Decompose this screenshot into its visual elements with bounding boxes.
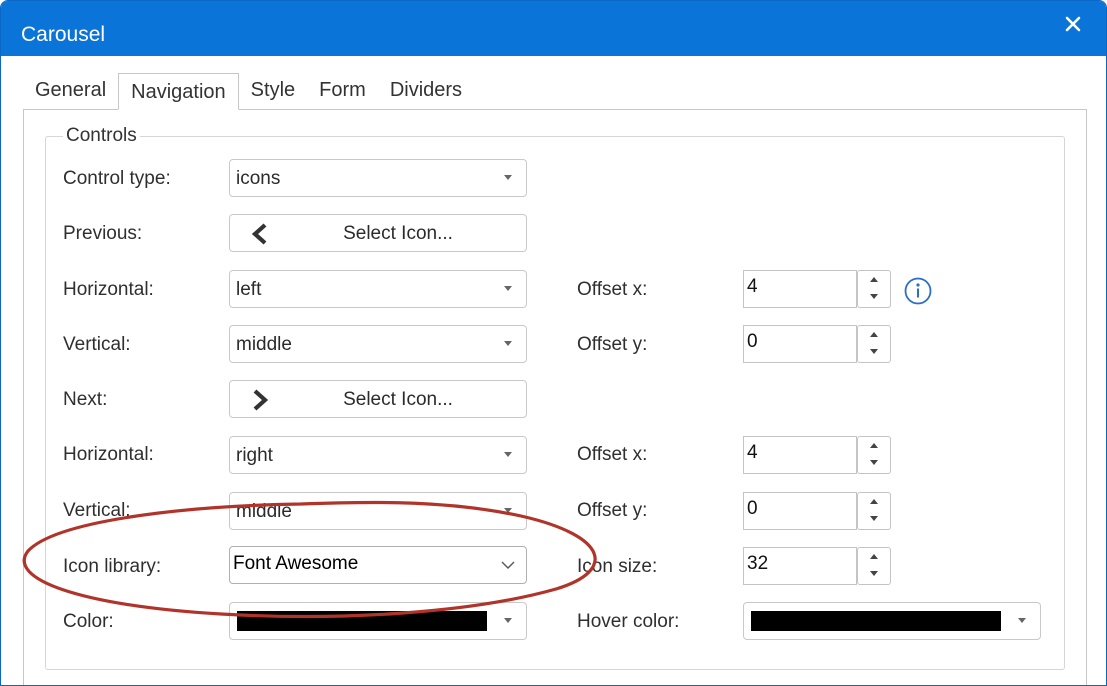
- next-horizontal-label: Horizontal:: [63, 444, 154, 465]
- icon-library-label: Icon library:: [63, 556, 162, 577]
- increment-button[interactable]: [858, 326, 890, 344]
- icon-size-label: Icon size:: [577, 556, 658, 577]
- controls-groupbox: Controls: [45, 126, 1065, 670]
- previous-select-icon-button[interactable]: Select Icon...: [229, 214, 527, 252]
- color-picker[interactable]: [229, 602, 527, 640]
- info-icon[interactable]: [903, 276, 933, 306]
- next-label: Next:: [63, 389, 108, 410]
- decrement-button[interactable]: [858, 344, 890, 362]
- dropdown-arrow-icon: [1018, 618, 1026, 623]
- next-select-icon-label: Select Icon...: [343, 389, 453, 410]
- window-title: Carousel: [21, 23, 106, 46]
- prev-vertical-value: middle: [236, 334, 292, 355]
- next-offset-y-stepper[interactable]: [857, 492, 891, 530]
- tab-general[interactable]: General: [23, 73, 118, 110]
- increment-button[interactable]: [858, 548, 890, 566]
- icon-library-value: Font Awesome: [233, 553, 359, 574]
- decrement-button[interactable]: [858, 289, 890, 307]
- next-offset-y-value: 0: [747, 498, 758, 519]
- tab-dividers[interactable]: Dividers: [378, 73, 474, 110]
- icon-size-input[interactable]: 32: [743, 547, 857, 585]
- icon-size-stepper[interactable]: [857, 547, 891, 585]
- hover-color-label: Hover color:: [577, 611, 680, 632]
- prev-offset-y-label: Offset y:: [577, 334, 648, 355]
- prev-offset-y-input[interactable]: 0: [743, 325, 857, 363]
- prev-horizontal-value: left: [236, 279, 262, 300]
- chevron-down-icon: [501, 561, 515, 569]
- dropdown-arrow-icon: [504, 341, 512, 346]
- next-offset-y-input[interactable]: 0: [743, 492, 857, 530]
- carousel-dialog: Carousel General Navigation Style Form D…: [0, 0, 1107, 686]
- next-horizontal-value: right: [236, 445, 273, 466]
- decrement-button[interactable]: [858, 511, 890, 529]
- prev-vertical-label: Vertical:: [63, 334, 131, 355]
- next-offset-x-input[interactable]: 4: [743, 436, 857, 474]
- tab-strip: General Navigation Style Form Dividers: [23, 73, 474, 110]
- hover-color-swatch: [751, 611, 1001, 631]
- tab-form[interactable]: Form: [307, 73, 378, 110]
- close-button[interactable]: [1058, 9, 1088, 39]
- dropdown-arrow-icon: [504, 175, 512, 180]
- tab-navigation[interactable]: Navigation: [118, 73, 239, 110]
- increment-button[interactable]: [858, 437, 890, 455]
- prev-offset-x-value: 4: [747, 276, 758, 297]
- control-type-label: Control type:: [63, 168, 171, 189]
- control-type-value: icons: [236, 168, 281, 189]
- next-offset-x-stepper[interactable]: [857, 436, 891, 474]
- increment-button[interactable]: [858, 493, 890, 511]
- increment-button[interactable]: [858, 271, 890, 289]
- color-swatch: [237, 611, 487, 631]
- control-type-select[interactable]: icons: [229, 159, 527, 197]
- next-vertical-label: Vertical:: [63, 500, 131, 521]
- next-vertical-value: middle: [236, 501, 292, 522]
- navigation-tab-panel: Controls: [23, 109, 1087, 685]
- prev-horizontal-label: Horizontal:: [63, 279, 154, 300]
- hover-color-picker[interactable]: [743, 602, 1041, 640]
- decrement-button[interactable]: [858, 455, 890, 473]
- tab-style[interactable]: Style: [239, 73, 307, 110]
- prev-vertical-select[interactable]: middle: [229, 325, 527, 363]
- prev-offset-y-value: 0: [747, 331, 758, 352]
- close-icon: [1065, 16, 1081, 32]
- next-offset-y-label: Offset y:: [577, 500, 648, 521]
- next-select-icon-button[interactable]: Select Icon...: [229, 380, 527, 418]
- icon-size-value: 32: [747, 553, 769, 574]
- color-label: Color:: [63, 611, 114, 632]
- next-offset-x-value: 4: [747, 442, 758, 463]
- prev-offset-x-input[interactable]: 4: [743, 270, 857, 308]
- prev-offset-y-stepper[interactable]: [857, 325, 891, 363]
- controls-legend: Controls: [63, 126, 140, 146]
- decrement-button[interactable]: [858, 566, 890, 584]
- next-offset-x-label: Offset x:: [577, 444, 648, 465]
- icon-library-select[interactable]: Font Awesome: [229, 546, 527, 584]
- dropdown-arrow-icon: [504, 508, 512, 513]
- next-vertical-select[interactable]: middle: [229, 492, 527, 530]
- title-bar: Carousel: [1, 1, 1106, 56]
- prev-offset-x-label: Offset x:: [577, 279, 648, 300]
- prev-offset-x-stepper[interactable]: [857, 270, 891, 308]
- dropdown-arrow-icon: [504, 286, 512, 291]
- previous-label: Previous:: [63, 223, 143, 244]
- next-horizontal-select[interactable]: right: [229, 436, 527, 474]
- prev-horizontal-select[interactable]: left: [229, 270, 527, 308]
- previous-select-icon-label: Select Icon...: [343, 223, 453, 244]
- dropdown-arrow-icon: [504, 618, 512, 623]
- dropdown-arrow-icon: [504, 452, 512, 457]
